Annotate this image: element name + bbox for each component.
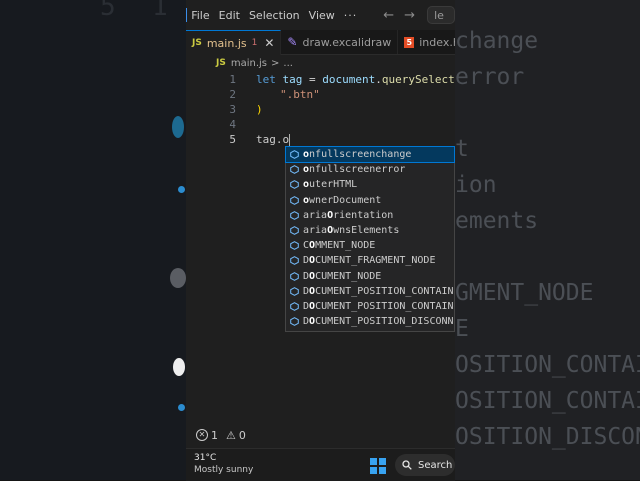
ghost-dot bbox=[178, 186, 185, 193]
status-bar: ✕ 1 ⚠ 0 bbox=[186, 424, 455, 446]
breadcrumb: JS main.js > ... bbox=[216, 56, 293, 70]
windows-start-icon[interactable] bbox=[370, 458, 386, 474]
paren: ) bbox=[256, 103, 263, 116]
menu-file[interactable]: File bbox=[191, 9, 209, 22]
ghost-text: ements bbox=[455, 208, 539, 234]
suggestion-item[interactable]: D O CUMENT_NODE bbox=[286, 269, 454, 284]
keyword: let bbox=[256, 73, 276, 86]
line-number: 5 bbox=[229, 133, 236, 146]
forward-arrow-icon[interactable]: → bbox=[404, 8, 415, 23]
property-icon bbox=[290, 317, 299, 326]
menu-selection[interactable]: Selection bbox=[249, 9, 300, 22]
error-icon[interactable]: ✕ bbox=[196, 429, 208, 441]
suggestion-item[interactable]: D O CUMENT_POSITION_DISCONN bbox=[286, 314, 454, 329]
vscode-window: File Edit Selection View ··· ← → le JS m… bbox=[186, 0, 455, 480]
typed-text: tag.o bbox=[256, 133, 290, 146]
html5-icon: 5 bbox=[404, 36, 415, 48]
menu-view[interactable]: View bbox=[309, 9, 335, 22]
js-file-icon: JS bbox=[192, 38, 202, 48]
ghost-text: OSITION_CONTAIN bbox=[455, 352, 640, 378]
taskbar: 31°C Mostly sunny Search bbox=[186, 448, 455, 481]
suggestion-item[interactable]: C O MMENT_NODE bbox=[286, 238, 454, 253]
search-icon bbox=[402, 460, 412, 470]
property-icon bbox=[290, 211, 299, 220]
warning-count[interactable]: 0 bbox=[239, 429, 246, 442]
breadcrumb-separator: > bbox=[271, 57, 280, 69]
ghost-text: error bbox=[455, 64, 525, 90]
ghost-text: E bbox=[455, 316, 469, 342]
ghost-text: t bbox=[455, 136, 469, 162]
close-icon[interactable]: ✕ bbox=[264, 36, 274, 50]
property-icon bbox=[290, 271, 299, 281]
property-icon bbox=[290, 150, 299, 159]
ghost-text: change bbox=[455, 28, 539, 54]
suggestion-item[interactable]: D O CUMENT_FRAGMENT_NODE bbox=[286, 253, 454, 268]
ghost-text: GMENT_NODE bbox=[455, 280, 594, 306]
suggestion-item[interactable]: o nfullscreenerror bbox=[286, 162, 454, 177]
menu-edit[interactable]: Edit bbox=[219, 9, 240, 22]
background-left: 5 1 bbox=[0, 0, 186, 480]
js-file-icon: JS bbox=[216, 58, 226, 68]
ghost-accent bbox=[172, 116, 184, 138]
string: ".btn" bbox=[280, 88, 320, 101]
suggestion-item[interactable]: o nfullscreenchange bbox=[285, 145, 455, 164]
breadcrumb-file[interactable]: main.js bbox=[231, 58, 267, 69]
background-right: change error t ion ements GMENT_NODE E O… bbox=[455, 0, 640, 480]
suggestion-item[interactable]: o uterHTML bbox=[286, 177, 454, 192]
property-icon bbox=[290, 195, 299, 205]
ghost-text: 1 bbox=[152, 0, 168, 22]
command-center-search[interactable]: le bbox=[427, 6, 455, 24]
property-icon bbox=[290, 180, 299, 190]
tab-label: main.js bbox=[206, 36, 247, 50]
property-icon bbox=[290, 302, 299, 311]
text-cursor bbox=[289, 133, 291, 147]
breadcrumb-more[interactable]: ... bbox=[283, 58, 293, 69]
tab-label: draw.excalidraw bbox=[302, 35, 392, 49]
ghost-text: ion bbox=[455, 172, 497, 198]
suggestion-item[interactable]: o wnerDocument bbox=[286, 193, 454, 208]
weather-temperature: 31°C bbox=[194, 453, 217, 463]
ghost-text: OSITION_CONTAIN bbox=[455, 388, 640, 414]
ghost-blob bbox=[170, 268, 186, 288]
suggestion-widget: o nfullscreenchange o nfullscreenerror o ut… bbox=[285, 145, 455, 332]
property-icon bbox=[290, 165, 299, 175]
operator: = bbox=[302, 73, 323, 86]
vscode-logo-icon bbox=[186, 8, 188, 22]
object: document bbox=[322, 73, 376, 86]
weather-condition: Mostly sunny bbox=[194, 465, 254, 475]
suggestion-item[interactable]: aria Orientation bbox=[286, 208, 454, 223]
line-number: 3 bbox=[229, 103, 236, 116]
property-icon bbox=[290, 241, 299, 251]
ghost-dot bbox=[178, 404, 185, 411]
title-bar: File Edit Selection View ··· ← → le bbox=[186, 0, 455, 30]
line-number: 2 bbox=[229, 88, 236, 101]
dot: . bbox=[375, 73, 382, 86]
ghost-text: OSITION_DISCONN bbox=[455, 424, 640, 450]
warning-icon[interactable]: ⚠ bbox=[226, 429, 236, 442]
problem-count-badge: 1 bbox=[251, 38, 258, 48]
tab-draw-excalidraw[interactable]: ✎ draw.excalidraw bbox=[281, 30, 399, 54]
property-icon bbox=[290, 226, 299, 235]
error-count[interactable]: 1 bbox=[211, 429, 218, 442]
tab-label: index.h bbox=[419, 35, 455, 49]
ghost-blob bbox=[173, 358, 185, 376]
suggestion-item[interactable]: D O CUMENT_POSITION_CONTAIN bbox=[286, 299, 454, 314]
ghost-text: 5 bbox=[100, 0, 116, 22]
excalidraw-icon: ✎ bbox=[287, 35, 298, 49]
tab-index-html[interactable]: 5 index.h bbox=[398, 30, 455, 54]
tab-main-js[interactable]: JS main.js 1 ✕ bbox=[186, 30, 282, 55]
menu-more[interactable]: ··· bbox=[344, 9, 358, 22]
editor-tabs: JS main.js 1 ✕ ✎ draw.excalidraw 5 index… bbox=[186, 30, 455, 55]
back-arrow-icon[interactable]: ← bbox=[383, 8, 394, 23]
taskbar-search[interactable]: Search bbox=[395, 454, 455, 476]
property-icon bbox=[290, 256, 299, 266]
property-icon bbox=[290, 286, 299, 296]
variable: tag bbox=[275, 73, 303, 86]
search-label: Search bbox=[418, 459, 453, 471]
line-number: 1 bbox=[229, 73, 236, 86]
suggestion-item[interactable]: D O CUMENT_POSITION_CONTAIN bbox=[286, 284, 454, 299]
suggestion-item[interactable]: aria OwnsElements bbox=[286, 223, 454, 238]
line-number: 4 bbox=[229, 118, 236, 131]
function: querySelector bbox=[381, 73, 455, 86]
